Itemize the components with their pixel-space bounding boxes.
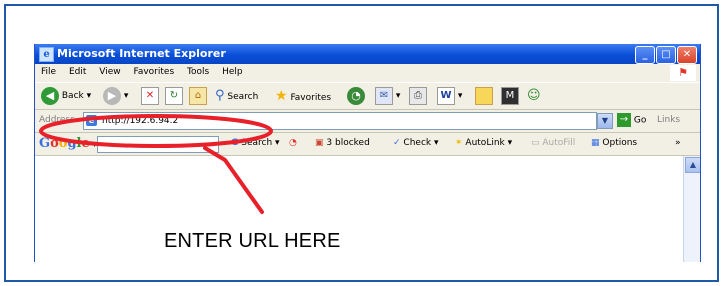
callout-text: ENTER URL HERE bbox=[164, 230, 341, 252]
annotation-layer bbox=[39, 114, 273, 214]
callout-arrow bbox=[203, 146, 264, 214]
url-highlight-ellipse bbox=[39, 114, 273, 148]
